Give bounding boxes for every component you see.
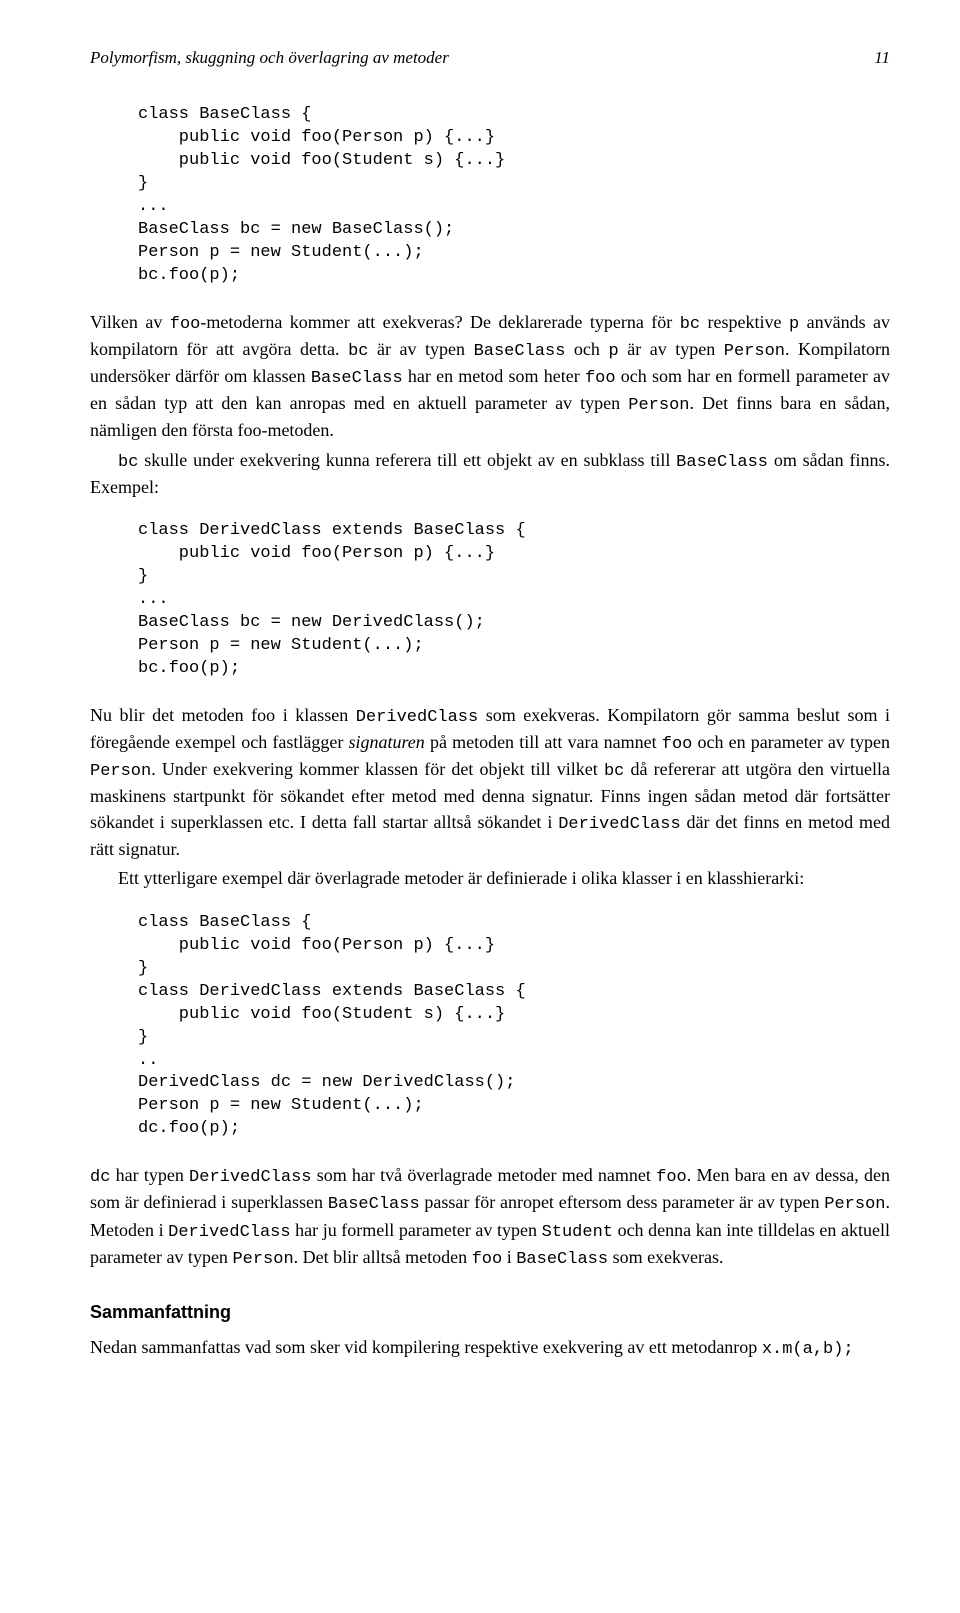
para-group-2: Nu blir det metoden foo i klassen Derive… (90, 703, 890, 892)
paragraph-6: Nedan sammanfattas vad som sker vid komp… (90, 1335, 890, 1362)
summary-heading: Sammanfattning (90, 1302, 890, 1323)
code-block-2: class DerivedClass extends BaseClass { p… (138, 520, 890, 681)
paragraph-4: Ett ytterligare exempel där överlagrade … (90, 866, 890, 892)
paragraph-5: dc har typen DerivedClass som har två öv… (90, 1163, 890, 1272)
header-page-number: 11 (874, 48, 890, 68)
para-group-1: Vilken av foo-metoderna kommer att exekv… (90, 310, 890, 501)
paragraph-3: Nu blir det metoden foo i klassen Derive… (90, 703, 890, 863)
header-title: Polymorfism, skuggning och överlagring a… (90, 48, 449, 68)
para-group-3: dc har typen DerivedClass som har två öv… (90, 1163, 890, 1272)
paragraph-1: Vilken av foo-metoderna kommer att exekv… (90, 310, 890, 444)
page-header: Polymorfism, skuggning och överlagring a… (90, 48, 890, 68)
code-block-1: class BaseClass { public void foo(Person… (138, 104, 890, 288)
page-container: Polymorfism, skuggning och överlagring a… (0, 0, 960, 1426)
code-block-3: class BaseClass { public void foo(Person… (138, 912, 890, 1141)
paragraph-2: bc skulle under exekvering kunna referer… (90, 448, 890, 501)
